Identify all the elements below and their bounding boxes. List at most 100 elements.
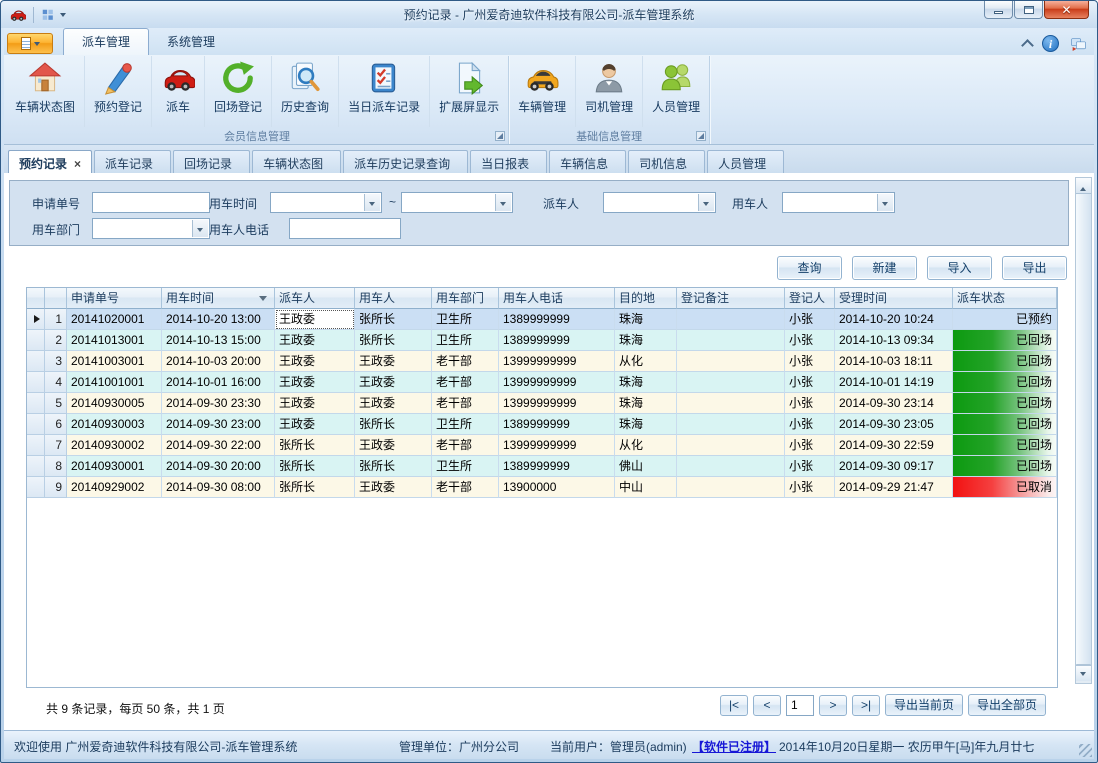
tab-close-icon[interactable]: ×	[74, 157, 81, 171]
cell-status-badge[interactable]: 已预约	[953, 309, 1057, 330]
new-button[interactable]: 新建	[852, 256, 917, 280]
cell-note[interactable]	[677, 309, 785, 330]
scrollbar-thumb[interactable]	[1076, 194, 1091, 665]
cell-phone[interactable]: 1389999999	[499, 414, 615, 435]
cell-dest[interactable]: 从化	[615, 351, 677, 372]
col-phone[interactable]: 用车人电话	[499, 288, 615, 309]
cell-note[interactable]	[677, 435, 785, 456]
cell-apply-no[interactable]: 20141001001	[67, 372, 162, 393]
cell-dispatcher[interactable]: 张所长	[275, 456, 355, 477]
cell-apply-no[interactable]: 20141003001	[67, 351, 162, 372]
cell-accept-time[interactable]: 2014-10-20 10:24	[835, 309, 953, 330]
col-note[interactable]: 登记备注	[677, 288, 785, 309]
col-use-time[interactable]: 用车时间	[162, 288, 275, 309]
cell-phone[interactable]: 13999999999	[499, 393, 615, 414]
apply-no-input[interactable]	[92, 192, 210, 213]
export-all-pages-button[interactable]: 导出全部页	[968, 694, 1046, 716]
cell-use-time[interactable]: 2014-09-30 20:00	[162, 456, 275, 477]
cell-note[interactable]	[677, 351, 785, 372]
cell-dept[interactable]: 卫生所	[432, 456, 499, 477]
scroll-up-icon[interactable]	[1076, 178, 1091, 194]
cell-note[interactable]	[677, 456, 785, 477]
tab-dispatch-records[interactable]: 派车记录	[94, 150, 171, 173]
cell-status-badge[interactable]: 已取消	[953, 477, 1057, 498]
cell-accept-time[interactable]: 2014-10-01 14:19	[835, 372, 953, 393]
page-number-input[interactable]	[786, 695, 814, 716]
cell-status-badge[interactable]: 已回场	[953, 372, 1057, 393]
cell-user[interactable]: 张所长	[355, 309, 432, 330]
cell-apply-no[interactable]: 20140930003	[67, 414, 162, 435]
cell-user[interactable]: 王政委	[355, 393, 432, 414]
use-time-from-combo[interactable]	[270, 192, 382, 213]
table-row-3[interactable]: 3 20141003001 2014-10-03 20:00 王政委 王政委 老…	[27, 351, 1057, 372]
vertical-scrollbar[interactable]	[1075, 177, 1092, 684]
cell-dispatcher[interactable]: 张所长	[275, 477, 355, 498]
cell-accept-time[interactable]: 2014-09-30 22:59	[835, 435, 953, 456]
cell-status-badge[interactable]: 已回场	[953, 330, 1057, 351]
cell-phone[interactable]: 13900000	[499, 477, 615, 498]
tab-daily-report[interactable]: 当日报表	[470, 150, 547, 173]
cell-dispatcher[interactable]: 王政委	[275, 330, 355, 351]
cell-accept-time[interactable]: 2014-09-30 09:17	[835, 456, 953, 477]
cell-apply-no[interactable]: 20141020001	[67, 309, 162, 330]
cell-registrar[interactable]: 小张	[785, 435, 835, 456]
ribbon-tab-dispatch-management[interactable]: 派车管理	[63, 28, 149, 55]
cell-user[interactable]: 王政委	[355, 435, 432, 456]
cell-accept-time[interactable]: 2014-10-13 09:34	[835, 330, 953, 351]
cell-phone[interactable]: 1389999999	[499, 330, 615, 351]
cell-registrar[interactable]: 小张	[785, 330, 835, 351]
cell-dept[interactable]: 老干部	[432, 393, 499, 414]
cell-registrar[interactable]: 小张	[785, 414, 835, 435]
ribbon-vehicle-status-chart[interactable]: 车辆状态图	[6, 56, 84, 127]
tab-reservation-records[interactable]: 预约记录×	[8, 150, 92, 173]
cell-phone[interactable]: 13999999999	[499, 435, 615, 456]
cell-dest[interactable]: 珠海	[615, 330, 677, 351]
user-combo[interactable]	[782, 192, 895, 213]
tab-vehicle-info[interactable]: 车辆信息	[549, 150, 626, 173]
cell-dept[interactable]: 老干部	[432, 351, 499, 372]
ribbon-personnel-management[interactable]: 人员管理	[642, 56, 709, 127]
cell-use-time[interactable]: 2014-09-30 08:00	[162, 477, 275, 498]
cell-phone[interactable]: 1389999999	[499, 456, 615, 477]
cell-phone[interactable]: 13999999999	[499, 372, 615, 393]
cell-phone[interactable]: 1389999999	[499, 309, 615, 330]
cell-registrar[interactable]: 小张	[785, 351, 835, 372]
cell-dispatcher[interactable]: 王政委	[275, 393, 355, 414]
ribbon-today-dispatch-records[interactable]: 当日派车记录	[338, 56, 429, 127]
cell-apply-no[interactable]: 20140929002	[67, 477, 162, 498]
cell-use-time[interactable]: 2014-10-20 13:00	[162, 309, 275, 330]
table-row-4[interactable]: 4 20141001001 2014-10-01 16:00 王政委 王政委 老…	[27, 372, 1057, 393]
phone-input[interactable]	[289, 218, 401, 239]
cell-user[interactable]: 王政委	[355, 477, 432, 498]
tab-dispatch-history-query[interactable]: 派车历史记录查询	[343, 150, 468, 173]
cell-note[interactable]	[677, 393, 785, 414]
tab-driver-info[interactable]: 司机信息	[628, 150, 705, 173]
cell-user[interactable]: 王政委	[355, 372, 432, 393]
dialog-launcher-icon[interactable]	[696, 131, 706, 141]
table-row-5[interactable]: 5 20140930005 2014-09-30 23:30 王政委 王政委 老…	[27, 393, 1057, 414]
cell-user[interactable]: 张所长	[355, 414, 432, 435]
cell-use-time[interactable]: 2014-10-03 20:00	[162, 351, 275, 372]
cell-dept[interactable]: 老干部	[432, 435, 499, 456]
close-button[interactable]: ✕	[1044, 1, 1089, 19]
cell-note[interactable]	[677, 477, 785, 498]
cell-dispatcher[interactable]: 王政委	[275, 309, 355, 330]
cell-use-time[interactable]: 2014-09-30 23:00	[162, 414, 275, 435]
tab-return-records[interactable]: 回场记录	[173, 150, 250, 173]
cell-dept[interactable]: 老干部	[432, 372, 499, 393]
cell-note[interactable]	[677, 330, 785, 351]
cell-use-time[interactable]: 2014-09-30 23:30	[162, 393, 275, 414]
cell-apply-no[interactable]: 20140930001	[67, 456, 162, 477]
table-row-1[interactable]: 1 20141020001 2014-10-20 13:00 王政委 张所长 卫…	[27, 309, 1057, 330]
cell-status-badge[interactable]: 已回场	[953, 414, 1057, 435]
app-menu-button[interactable]	[7, 33, 53, 54]
cell-phone[interactable]: 13999999999	[499, 351, 615, 372]
cell-user[interactable]: 张所长	[355, 330, 432, 351]
ribbon-reservation-register[interactable]: 预约登记	[84, 56, 151, 127]
cell-dept[interactable]: 卫生所	[432, 309, 499, 330]
col-status[interactable]: 派车状态	[953, 288, 1057, 309]
cell-dest[interactable]: 珠海	[615, 414, 677, 435]
cell-registrar[interactable]: 小张	[785, 477, 835, 498]
title-bar[interactable]: 预约记录 - 广州爱奇迪软件科技有限公司-派车管理系统 ✕	[1, 1, 1097, 28]
ribbon-driver-management[interactable]: 司机管理	[575, 56, 642, 127]
